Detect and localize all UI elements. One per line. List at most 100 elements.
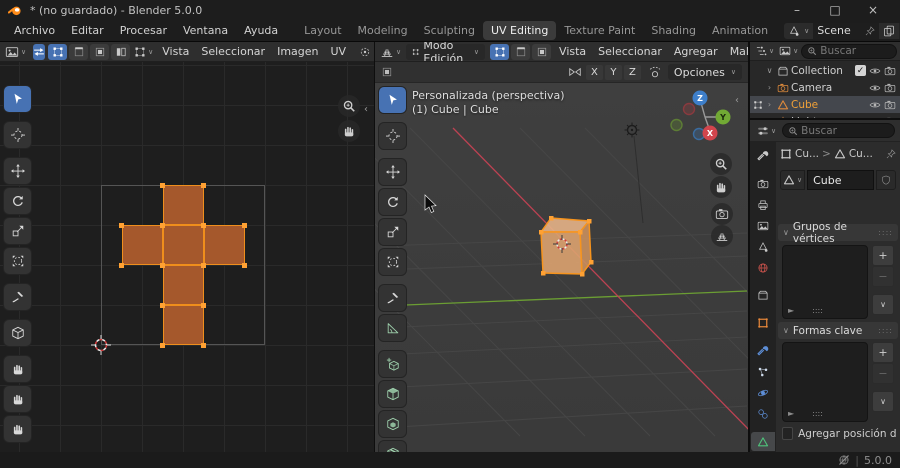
tool-pinch[interactable] [4,416,31,442]
tool-move[interactable] [379,159,406,185]
fake-user-button[interactable] [876,170,896,190]
tool-rotate[interactable] [379,189,406,215]
resize-grip-icon[interactable]: :::: [812,306,823,315]
viewport-menu-seleccionar[interactable]: Seleccionar [592,43,668,60]
uv-menu-vista[interactable]: Vista [156,43,195,60]
uv-vertex[interactable] [201,222,206,228]
uv-select-mode-face[interactable] [90,43,110,60]
mirror-axis-x[interactable]: X [585,64,603,80]
uv-face[interactable] [162,305,204,345]
outliner-item-cube[interactable]: › Cube [750,96,900,113]
uv-vertex[interactable] [160,302,165,308]
properties-tab-tool[interactable] [751,147,775,166]
disable-in-renders-toggle[interactable] [884,82,896,94]
tool-rip-region[interactable] [4,320,31,346]
uv-vertex[interactable] [242,262,247,268]
viewport-menu-vista[interactable]: Vista [553,43,592,60]
vertex-group-remove-button[interactable]: − [872,266,894,287]
pin-icon[interactable] [865,26,875,36]
shape-keys-list[interactable]: ►:::: [782,342,868,422]
uv-vertex[interactable] [201,262,206,268]
outliner-search-input[interactable] [820,45,891,57]
uv-face[interactable] [162,225,204,265]
minimize-button[interactable]: – [778,0,816,20]
uv-menu-uv[interactable]: UV [325,43,353,60]
expand-icon[interactable]: ► [788,306,794,315]
disable-in-renders-toggle[interactable] [884,65,896,77]
properties-tab-view-layer[interactable] [751,217,775,236]
shape-keys-panel-header[interactable]: ∨ Formas clave :::: [778,322,898,339]
uv-menu-imagen[interactable]: Imagen [271,43,324,60]
uv-face[interactable] [162,185,204,225]
tool-relax[interactable] [4,386,31,412]
expander-icon[interactable]: › [764,100,775,109]
proportional-editing-icon[interactable] [648,65,662,79]
object-icon[interactable] [780,148,792,160]
properties-search[interactable] [782,123,895,138]
uv-face[interactable] [162,265,204,305]
expander-icon[interactable]: › [764,83,775,92]
exclude-checkbox[interactable]: ✓ [855,65,866,76]
viewport-menu-malla[interactable]: Malla [724,43,748,60]
properties-tab-particles[interactable] [751,363,775,382]
scene-name-field[interactable]: Scene [813,22,880,39]
properties-tab-output[interactable] [751,196,775,215]
tool-grab[interactable] [4,356,31,382]
hide-in-viewport-toggle[interactable] [869,65,881,77]
viewport-ortho-toggle-button[interactable] [711,225,733,247]
axis-z-ball[interactable]: Z [692,90,708,106]
network-offline-icon[interactable] [838,454,850,466]
scene-browse-button[interactable]: ∨ [784,22,814,39]
outliner-item-collection[interactable]: ∨ Collection ✓ [750,62,900,79]
uv-vertex[interactable] [160,182,165,188]
viewport-editor-type-button[interactable]: ∨ [378,44,403,60]
navigation-gizmo[interactable]: Z Y X [670,87,740,149]
uv-select-mode-edge[interactable] [69,43,89,60]
tool-bevel[interactable] [379,441,406,452]
uv-vertex[interactable] [160,262,165,268]
properties-tab-modifiers[interactable] [751,342,775,361]
hide-in-viewport-toggle[interactable] [869,116,881,119]
tool-measure[interactable] [379,315,406,341]
outliner-item-camera[interactable]: › Camera [750,79,900,96]
properties-tab-object-data[interactable] [751,432,775,451]
shape-key-add-button[interactable]: + [872,342,894,363]
shape-key-specials-button[interactable]: ∨ [872,391,894,412]
mode-dropdown[interactable]: Modo Edición ∨ [406,42,486,61]
mesh-select-mode-edge[interactable] [511,43,531,60]
axis-neg-x-ball[interactable] [682,102,696,116]
uv-vertex[interactable] [160,222,165,228]
hide-in-viewport-toggle[interactable] [869,99,881,111]
outliner-display-mode-button[interactable]: ∨ [777,44,800,58]
properties-tab-constraints[interactable] [751,404,775,423]
vertex-group-add-button[interactable]: + [872,245,894,266]
maximize-button[interactable]: □ [816,0,854,20]
mirror-icon[interactable] [568,65,582,79]
tool-annotate[interactable] [4,284,31,310]
axis-neg-y-ball[interactable] [670,118,683,132]
uv-vertex[interactable] [119,222,124,228]
mesh-select-mode-face[interactable] [532,43,552,60]
tool-extrude-region[interactable] [379,381,406,407]
uv-sync-selection-toggle[interactable] [33,43,46,60]
datablock-name-field[interactable]: Cube [807,170,874,190]
menu-ventana[interactable]: Ventana [175,21,236,40]
menu-ayuda[interactable]: Ayuda [236,21,286,40]
vertex-groups-panel-header[interactable]: ∨ Grupos de vértices :::: [778,221,898,245]
mesh-browse-button[interactable]: ∨ [780,170,806,190]
uv-pivot-button[interactable]: ∨ [357,45,374,59]
properties-search-input[interactable] [801,124,889,137]
uv-2d-cursor[interactable] [91,335,111,355]
mirror-axis-z[interactable]: Z [623,64,641,80]
breadcrumb-object[interactable]: Cu... [795,148,819,160]
uv-face[interactable] [203,225,245,265]
uv-select-mode-island[interactable] [111,43,131,60]
tool-cursor[interactable] [4,122,31,148]
uv-zoom-button[interactable] [338,95,360,117]
uv-vertex[interactable] [201,302,206,308]
light-object-gizmo[interactable] [624,122,644,224]
workspace-tab-uv-editing[interactable]: UV Editing [482,21,557,40]
tool-cursor[interactable] [379,123,406,149]
mesh-data-icon[interactable] [834,148,846,160]
menu-procesar[interactable]: Procesar [112,21,175,40]
